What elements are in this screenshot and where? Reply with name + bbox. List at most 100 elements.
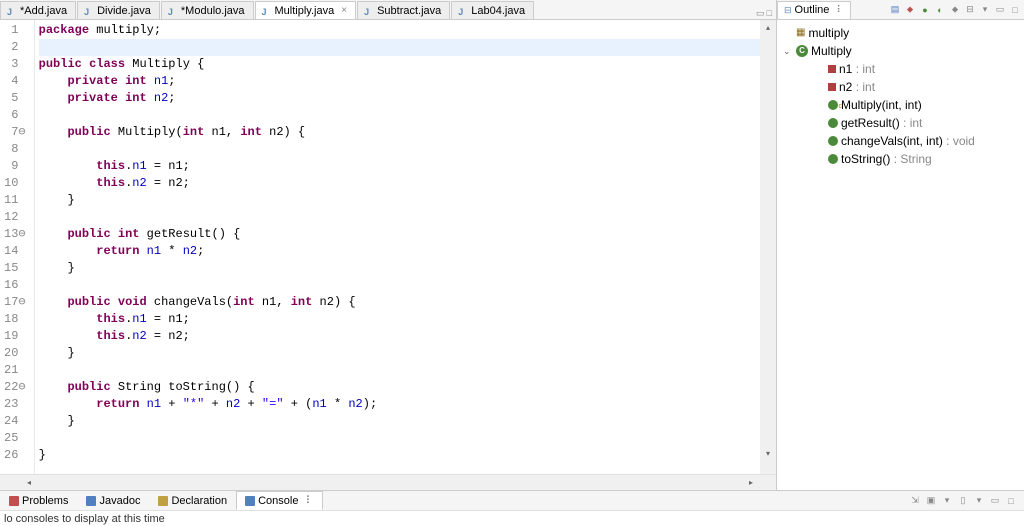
view-menu-icon[interactable]: ▾ — [978, 3, 992, 17]
hide-static-icon[interactable]: ● — [918, 3, 932, 17]
code-line[interactable]: public class Multiply { — [39, 57, 205, 71]
code-line[interactable]: private int n2; — [39, 91, 176, 105]
editor-body: 1 2 3 4 5 6 7⊖ 8 9 10 11 12 13⊖ 14 15 16… — [0, 20, 776, 474]
pin-console-icon[interactable]: ⇲ — [908, 494, 922, 508]
view-tab-label: Problems — [22, 495, 68, 507]
maximize-view-icon[interactable]: □ — [1008, 3, 1022, 17]
hide-local-icon[interactable]: ⬥ — [948, 3, 962, 17]
outline-member[interactable]: changeVals(int, int) : void — [779, 132, 1022, 150]
java-file-icon — [84, 6, 94, 16]
scroll-up-icon[interactable]: ▴ — [760, 20, 776, 34]
editor-tab[interactable]: Divide.java — [77, 1, 160, 19]
hide-fields-icon[interactable]: ⬥ — [903, 3, 917, 17]
outline-member[interactable]: Multiply(int, int) — [779, 96, 1022, 114]
outline-member-label: n2 : int — [839, 78, 875, 96]
main-area: *Add.java Divide.java *Modulo.java Multiply… — [0, 0, 1024, 490]
maximize-icon[interactable]: □ — [767, 8, 772, 19]
outline-member-label: toString() : String — [841, 150, 932, 168]
close-icon[interactable]: × — [341, 5, 347, 16]
code-line[interactable]: } — [39, 346, 75, 360]
code-line[interactable]: package multiply; — [39, 23, 161, 37]
view-tab-label: Javadoc — [99, 495, 140, 507]
outline-menu-icon[interactable]: ⠇ — [836, 5, 843, 16]
console-dropdown-icon[interactable]: ▾ — [940, 494, 954, 508]
display-console-icon[interactable]: ▣ — [924, 494, 938, 508]
code-line[interactable]: public void changeVals(int n1, int n2) { — [39, 295, 356, 309]
outline-tree: ▦multiply⌄CMultiplyn1 : intn2 : intMulti… — [777, 20, 1024, 172]
editor-tab[interactable]: *Add.java — [0, 1, 76, 19]
editor-tab[interactable]: Multiply.java× — [255, 1, 357, 19]
code-line[interactable]: } — [39, 261, 75, 275]
declaration-icon — [158, 496, 168, 506]
code-line[interactable]: this.n1 = n1; — [39, 159, 190, 173]
focus-icon[interactable]: ⊟ — [963, 3, 977, 17]
view-menu-icon[interactable]: ⠇ — [305, 494, 313, 507]
code-line[interactable]: } — [39, 193, 75, 207]
view-tab-console[interactable]: Console ⠇ — [236, 491, 322, 510]
outline-tab[interactable]: ⊟ Outline ⠇ — [777, 1, 851, 19]
outline-toolbar: ▤ ⬥ ● ◐ ⬥ ⊟ ▾ ▭ □ — [888, 3, 1024, 17]
constructor-icon — [828, 100, 838, 110]
outline-member-label: changeVals(int, int) : void — [841, 132, 975, 150]
java-file-icon — [364, 6, 374, 16]
code-line[interactable]: this.n2 = n2; — [39, 176, 190, 190]
code-line[interactable]: public int getResult() { — [39, 227, 241, 241]
tab-label: *Modulo.java — [181, 5, 245, 17]
bottom-views-bar: Problems Javadoc Declaration Console ⠇ ⇲ ▣ ▾… — [0, 490, 1024, 510]
editor-tab[interactable]: Lab04.java — [451, 1, 534, 19]
editor-tab-bar: *Add.java Divide.java *Modulo.java Multiply… — [0, 0, 776, 20]
outline-member[interactable]: getResult() : int — [779, 114, 1022, 132]
minimize-icon[interactable]: ▭ — [756, 8, 765, 19]
minimize-view-icon[interactable]: ▭ — [993, 3, 1007, 17]
code-line[interactable]: this.n2 = n2; — [39, 329, 190, 343]
code-line[interactable]: return n1 + "*" + n2 + "=" + (n1 * n2); — [39, 397, 378, 411]
code-line[interactable]: private int n1; — [39, 74, 176, 88]
code-line[interactable]: } — [39, 448, 46, 462]
open-console-icon[interactable]: ▯ — [956, 494, 970, 508]
view-tab-javadoc[interactable]: Javadoc — [77, 492, 149, 510]
java-file-icon — [7, 6, 17, 16]
view-tab-label: Declaration — [171, 495, 227, 507]
outline-class[interactable]: ⌄CMultiply — [779, 42, 1022, 60]
editor-window-controls: ▭ □ — [756, 8, 776, 19]
outline-title: Outline — [795, 4, 830, 16]
code-line[interactable]: this.n1 = n1; — [39, 312, 190, 326]
field-icon — [828, 83, 836, 91]
scroll-right-icon[interactable]: ▸ — [744, 475, 758, 490]
console-dropdown2-icon[interactable]: ▾ — [972, 494, 986, 508]
outline-member[interactable]: n2 : int — [779, 78, 1022, 96]
hide-nonpublic-icon[interactable]: ◐ — [933, 3, 947, 17]
vertical-scrollbar[interactable]: ▴ ▾ — [760, 20, 776, 474]
sort-icon[interactable]: ▤ — [888, 3, 902, 17]
scroll-left-icon[interactable]: ◂ — [22, 475, 36, 490]
method-icon — [828, 154, 838, 164]
scroll-down-icon[interactable]: ▾ — [760, 446, 776, 460]
view-tab-label: Console — [258, 495, 298, 507]
outline-member[interactable]: toString() : String — [779, 150, 1022, 168]
outline-package-label: multiply — [808, 24, 849, 42]
editor-tab[interactable]: *Modulo.java — [161, 1, 254, 19]
code-line[interactable]: } — [39, 414, 75, 428]
code-line[interactable] — [39, 39, 760, 56]
outline-package[interactable]: ▦multiply — [779, 24, 1022, 42]
code-line[interactable]: return n1 * n2; — [39, 244, 205, 258]
java-file-icon — [168, 6, 178, 16]
collapse-icon[interactable]: ⌄ — [783, 42, 793, 60]
max-bottom-icon[interactable]: □ — [1004, 494, 1018, 508]
outline-member-label: n1 : int — [839, 60, 875, 78]
editor-tab[interactable]: Subtract.java — [357, 1, 450, 19]
view-tab-declaration[interactable]: Declaration — [149, 492, 236, 510]
view-tab-problems[interactable]: Problems — [0, 492, 77, 510]
code-area[interactable]: package multiply; public class Multiply … — [35, 20, 760, 474]
tab-label: *Add.java — [20, 5, 67, 17]
outline-member[interactable]: n1 : int — [779, 60, 1022, 78]
code-line[interactable]: public Multiply(int n1, int n2) { — [39, 125, 306, 139]
outline-icon: ⊟ — [784, 5, 792, 16]
javadoc-icon — [86, 496, 96, 506]
outline-member-label: Multiply(int, int) — [841, 96, 922, 114]
console-icon — [245, 496, 255, 506]
min-bottom-icon[interactable]: ▭ — [988, 494, 1002, 508]
console-status-line: lo consoles to display at this time — [0, 510, 1024, 526]
code-line[interactable]: public String toString() { — [39, 380, 255, 394]
horizontal-scrollbar[interactable]: ◂ ▸ — [0, 474, 776, 490]
